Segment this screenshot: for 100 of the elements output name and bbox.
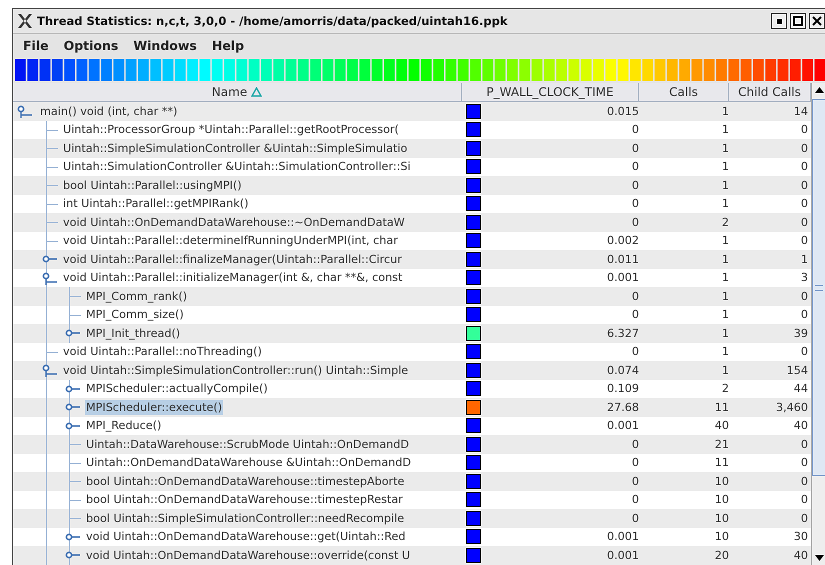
function-name[interactable]: void Uintah::Parallel::determineIfRunningUnderMPI(int, char (62, 233, 399, 248)
function-name[interactable]: void Uintah::Parallel::noThreading() (62, 344, 263, 360)
child-calls-value: 0 (800, 474, 809, 488)
function-name[interactable]: bool Uintah::OnDemandDataWarehouse::timestepRestar (85, 492, 404, 508)
function-name[interactable]: MPI_Comm_size() (85, 307, 185, 322)
calls-value: 1 (722, 142, 729, 155)
calls-value: 11 (714, 400, 729, 414)
function-name[interactable]: Uintah::OnDemandDataWarehouse &Uintah::OnDemandD (85, 455, 412, 470)
calls-value: 1 (722, 326, 729, 340)
time-value: 0.001 (606, 548, 639, 562)
time-value: 0 (632, 197, 639, 210)
column-header[interactable]: Name (13, 83, 462, 101)
calls-value: 1 (722, 234, 729, 248)
function-name[interactable]: MPIScheduler::execute() (85, 400, 224, 415)
menu-item[interactable]: Windows (133, 38, 197, 53)
calls-value: 21 (714, 438, 729, 451)
function-name[interactable]: void Uintah::Parallel::initializeManager(int &, char **&, const (62, 270, 404, 286)
calls-value: 10 (714, 530, 729, 544)
function-name[interactable]: main() void (int, char **) (39, 104, 178, 119)
time-value: 0.001 (606, 530, 639, 544)
expanded-toggle-icon[interactable] (42, 270, 58, 284)
time-value: 0 (632, 438, 639, 451)
function-name[interactable]: Uintah::SimpleSimulationController &Uintah::SimpleSimulatio (62, 140, 408, 156)
calls-value: 20 (714, 548, 729, 562)
function-name[interactable]: Uintah::ProcessorGroup *Uintah::Parallel::getRootProcessor( (62, 122, 400, 138)
child-calls-value: 0 (800, 178, 809, 192)
child-calls-value: 0 (800, 493, 809, 506)
calls-value: 10 (714, 474, 729, 488)
time-value: 0 (632, 216, 639, 229)
function-name[interactable]: MPIScheduler::actuallyCompile() (85, 381, 269, 396)
function-name[interactable]: void Uintah::OnDemandDataWarehouse::override(const U (85, 548, 412, 563)
maximize-icon (793, 16, 803, 26)
calls-value: 10 (714, 512, 729, 525)
window-title: Thread Statistics: n,c,t, 3,0,0 - /home/amorris/data/packed/uintah16.ppk (37, 14, 508, 28)
time-value: 0.001 (606, 271, 639, 284)
calls-value: 1 (722, 271, 729, 284)
time-value: 0.015 (606, 104, 639, 118)
child-calls-value: 14 (794, 104, 809, 118)
child-calls-value: 0 (800, 290, 809, 303)
child-calls-value: 0 (800, 456, 809, 470)
calls-value: 1 (722, 178, 729, 192)
maximize-button[interactable] (790, 13, 806, 29)
child-calls-value: 0 (800, 438, 809, 451)
time-value: 0.001 (606, 419, 639, 432)
function-name[interactable]: bool Uintah::Parallel::usingMPI() (62, 178, 243, 193)
time-value: 0 (632, 142, 639, 155)
x-logo-icon (17, 13, 33, 29)
time-value: 0.002 (606, 234, 639, 248)
column-header[interactable]: P_WALL_CLOCK_TIME (462, 83, 639, 101)
time-value: 0 (632, 345, 639, 358)
scroll-thumb[interactable] (812, 99, 825, 476)
time-value: 0 (632, 512, 639, 525)
column-header[interactable]: Calls (639, 83, 729, 101)
calls-value: 1 (722, 345, 729, 358)
child-calls-value: 0 (800, 123, 809, 136)
child-calls-value: 30 (794, 530, 809, 544)
function-name[interactable]: Uintah::DataWarehouse::ScrubMode Uintah::OnDemandD (85, 436, 410, 452)
function-name[interactable]: Uintah::SimulationController &Uintah::SimulationController::Si (62, 159, 412, 174)
function-name[interactable]: MPI_Init_thread() (85, 326, 182, 341)
menu-item[interactable]: File (23, 38, 49, 53)
time-value: 0.109 (606, 382, 639, 396)
child-calls-value: 0 (800, 345, 809, 358)
menu-item[interactable]: Help (212, 38, 244, 53)
time-value: 0 (632, 290, 639, 303)
menu-item[interactable]: Options (64, 38, 118, 53)
calls-value: 1 (722, 123, 729, 136)
close-button[interactable] (809, 13, 825, 29)
calls-value: 1 (722, 160, 729, 174)
child-calls-value: 1 (800, 252, 809, 266)
child-calls-value: 3 (800, 271, 809, 284)
calls-value: 1 (722, 197, 729, 210)
child-calls-value: 3,460 (776, 400, 809, 414)
calls-value: 10 (714, 493, 729, 506)
time-value: 0 (632, 456, 639, 470)
time-value: 0.011 (606, 252, 639, 266)
expanded-toggle-icon[interactable] (17, 104, 33, 118)
time-value: 0 (632, 474, 639, 488)
expanded-toggle-icon[interactable] (42, 363, 58, 377)
function-name[interactable]: MPI_Comm_rank() (85, 288, 188, 304)
child-calls-value: 44 (794, 382, 809, 396)
time-value: 0 (632, 178, 639, 192)
vertical-scrollbar[interactable] (811, 83, 825, 565)
child-calls-value: 0 (800, 234, 809, 248)
minimize-icon (776, 18, 782, 24)
function-name[interactable]: bool Uintah::SimpleSimulationController::needRecompile (85, 510, 406, 526)
minimize-button[interactable] (771, 13, 787, 29)
function-name[interactable]: void Uintah::OnDemandDataWarehouse::get(Uintah::Red (85, 529, 407, 544)
child-calls-value: 40 (794, 419, 809, 432)
time-value: 27.68 (606, 400, 639, 414)
function-name[interactable]: void Uintah::Parallel::finalizeManager(Uintah::Parallel::Circur (62, 252, 403, 267)
time-value: 0 (632, 308, 639, 322)
function-name[interactable]: bool Uintah::OnDemandDataWarehouse::timestepAborte (85, 474, 406, 489)
function-name[interactable]: void Uintah::OnDemandDataWarehouse::~OnDemandDataW (62, 214, 406, 230)
function-name[interactable]: int Uintah::Parallel::getMPIRank() (62, 196, 250, 212)
time-value: 0 (632, 123, 639, 136)
time-value: 0 (632, 160, 639, 174)
calls-value: 40 (714, 419, 729, 432)
function-name[interactable]: MPI_Reduce() (85, 418, 162, 434)
time-value: 6.327 (606, 326, 639, 340)
function-name[interactable]: void Uintah::SimpleSimulationController::run() Uintah::Simple (62, 362, 410, 378)
